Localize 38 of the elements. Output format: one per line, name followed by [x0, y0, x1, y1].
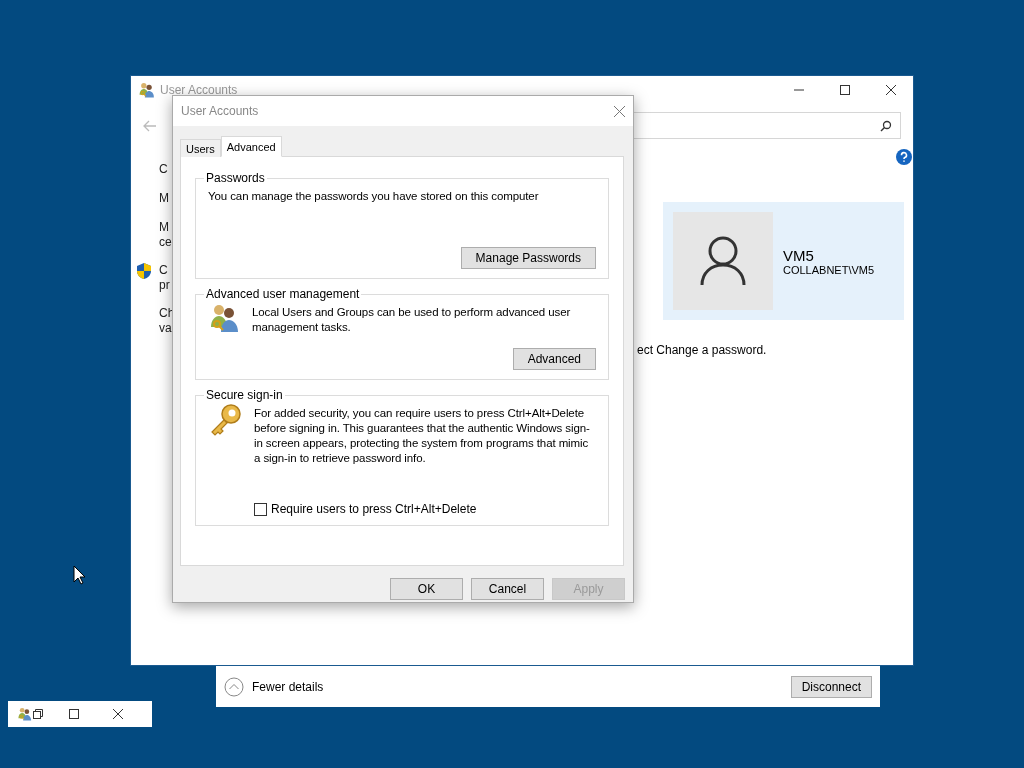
users-icon: [138, 81, 156, 99]
instruction-text: ect Change a password.: [637, 343, 767, 357]
users-icon: [17, 706, 33, 722]
task-link[interactable]: C: [159, 263, 170, 278]
account-name: VM5: [783, 246, 815, 264]
task-link[interactable]: C: [159, 162, 168, 177]
task-link[interactable]: M: [159, 191, 169, 206]
dialog-title: User Accounts: [181, 104, 259, 118]
fewer-details-link[interactable]: Fewer details: [252, 679, 783, 694]
account-domain: COLLABNET\VM5: [783, 263, 875, 276]
search-field[interactable]: [631, 112, 901, 139]
group-title: Secure sign-in: [205, 388, 284, 402]
search-icon: [880, 120, 892, 132]
task-link[interactable]: va: [159, 321, 175, 336]
help-icon[interactable]: [896, 149, 912, 165]
person-icon: [700, 236, 746, 286]
restore-icon[interactable]: [33, 709, 43, 719]
group-title: Passwords: [205, 171, 266, 185]
chevron-up-icon[interactable]: [224, 676, 244, 697]
mouse-cursor-icon: [73, 565, 86, 585]
group-button[interactable]: Advanced: [512, 348, 596, 370]
task-link[interactable]: M: [159, 220, 172, 235]
shield-icon: [137, 263, 151, 279]
group-description: Local Users and Groups can be used to perform advanced user management tasks.: [252, 305, 572, 335]
window-title: User Accounts: [160, 83, 238, 97]
dialog-button[interactable]: OK: [390, 578, 463, 600]
disconnect-button[interactable]: Disconnect: [790, 675, 872, 698]
group-description: For added security, you can require users to press Ctrl+Alt+Delete before signing in. This guarantees that the authentic Windows sign-in screen appears, protecting the system from programs that mimic a sign-in to retrieve password info.: [254, 406, 591, 466]
group-title: Advanced user management: [205, 287, 361, 301]
checkbox[interactable]: [254, 502, 267, 516]
dialog-button[interactable]: Cancel: [471, 578, 544, 600]
tab[interactable]: Advanced: [220, 136, 282, 157]
task-link[interactable]: ce: [159, 235, 172, 250]
task-link[interactable]: pr: [159, 278, 170, 293]
group-button[interactable]: Manage Passwords: [460, 247, 596, 269]
checkbox-label[interactable]: Require users to press Ctrl+Alt+Delete: [271, 502, 477, 516]
tab[interactable]: Users: [180, 139, 221, 157]
group-description: You can manage the passwords you have stored on this computer: [208, 189, 540, 204]
